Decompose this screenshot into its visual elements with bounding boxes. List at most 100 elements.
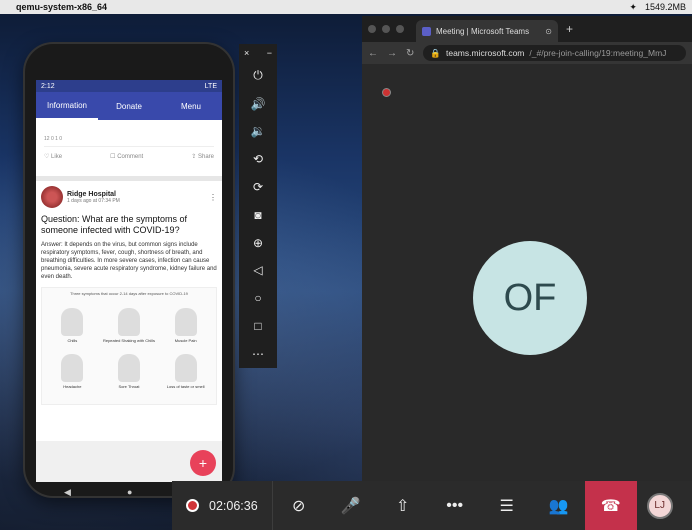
close-icon[interactable]: × [244,48,249,62]
minimize-icon[interactable]: − [267,48,272,62]
close-window-button[interactable] [368,25,376,33]
reload-icon[interactable]: ↻ [406,48,414,59]
post-question: Question: What are the symptoms of someo… [41,214,188,235]
recording-indicator [382,88,391,97]
symptom-item: Chills [45,299,100,343]
volume-down-icon[interactable]: 🔉 [251,118,266,146]
share-button[interactable]: ⇪ Share [191,153,214,160]
chat-button[interactable]: ☰ [481,481,533,530]
feed[interactable]: 12 0 1 0 ♡ Like ☐ Comment ⇪ Share Ridge … [36,120,222,441]
zoom-window-button[interactable] [396,25,404,33]
person-figure-icon [61,354,84,382]
symptom-item: Muscle Pain [158,299,213,343]
address-bar-row: ← → ↻ 🔒 teams.microsoft.com /_#/pre-join-… [362,42,692,64]
camera-icon[interactable]: ◙ [254,201,261,229]
post-card-previous: 12 0 1 0 ♡ Like ☐ Comment ⇪ Share [36,120,222,176]
tab-information[interactable]: Information [36,92,98,120]
more-icon[interactable]: ⋯ [252,340,264,368]
post-meta: 1 days ago at 07:34 PM [67,197,120,204]
teams-browser-window: Meeting | Microsoft Teams ⊙ + ← → ↻ 🔒 te… [362,16,692,530]
symptom-item: Headache [45,345,100,389]
record-icon [186,499,199,512]
mac-menubar: qemu-system-x86_64 ✦ 1549.2MB [0,0,692,14]
person-figure-icon [174,354,197,382]
person-figure-icon [117,308,140,336]
back-arrow-icon[interactable]: ← [368,48,378,59]
browser-tabbar: Meeting | Microsoft Teams ⊙ + [362,16,692,42]
like-button[interactable]: ♡ Like [44,153,62,160]
more-actions-button[interactable]: ••• [429,481,481,530]
infographic-header: Three symptoms that occur 2-14 days afte… [70,291,188,296]
memory-readout[interactable]: 1549.2MB [645,2,686,12]
camera-off-button[interactable]: ⊘ [273,481,325,530]
post-card: Ridge Hospital 1 days ago at 07:34 PM ⋮ … [36,181,222,441]
back-icon[interactable]: ◁ [253,257,262,285]
rotate-left-icon[interactable]: ⟲ [253,145,263,173]
power-icon[interactable]: ⏻ [253,62,263,90]
timer-text: 02:06:36 [209,498,258,513]
post-actions: ♡ Like ☐ Comment ⇪ Share [44,153,214,160]
symptom-grid: Chills Repeated Shaking with Chills Musc… [45,299,213,389]
teams-logo-icon [422,26,431,36]
status-bar: 2:12 LTE [36,80,222,92]
person-figure-icon [61,308,84,336]
status-signal: LTE [204,82,217,90]
my-avatar[interactable]: LJ [646,492,673,519]
symptom-item: Sore Throat [102,345,157,389]
url-path: /_#/pre-join-calling/19:meeting_MmJ [529,48,667,58]
like-label: Like [51,154,63,160]
home-icon[interactable]: ● [127,487,132,497]
emulator-toolbar: × − ⏻ 🔊 🔉 ⟲ ⟳ ◙ ⊕ ◁ ○ □ ⋯ [239,44,277,368]
lock-icon: 🔒 [430,47,441,58]
mic-muted-button[interactable]: 🎤 [325,481,377,530]
symptom-item: Repeated Shaking with Chills [102,299,157,343]
meeting-controls: 02:06:36 ⊘ 🎤 ⇧ ••• ☰ 👥 ☎ LJ [172,481,692,530]
phone-screen: 2:12 LTE Information Donate Menu 12 0 1 … [36,80,222,482]
url-field[interactable]: 🔒 teams.microsoft.com /_#/pre-join-callin… [423,45,686,61]
url-host: teams.microsoft.com [445,48,525,58]
symptom-label: Headache [63,384,82,389]
volume-up-icon[interactable]: 🔊 [251,90,266,118]
tab-title: Meeting | Microsoft Teams [436,26,530,36]
share-label: Share [197,154,214,160]
new-tab-button[interactable]: + [566,22,573,36]
share-screen-button[interactable]: ⇧ [377,481,429,530]
app-name[interactable]: qemu-system-x86_64 [16,2,107,12]
post-answer: Answer: It depends on the virus, but com… [41,242,217,280]
symptoms-infographic: Three symptoms that occur 2-14 days afte… [41,287,217,405]
tab-close-icon[interactable]: ⊙ [545,27,552,36]
person-figure-icon [174,308,197,336]
symptom-label: Chills [67,338,78,343]
comment-label: Comment [117,154,144,160]
dropbox-icon[interactable]: ✦ [629,2,637,13]
overview-icon[interactable]: □ [254,312,261,340]
add-fab-button[interactable]: + [190,450,216,476]
symptom-label: Sore Throat [118,384,140,389]
post-header: Ridge Hospital 1 days ago at 07:34 PM ⋮ [41,186,217,208]
comment-button[interactable]: ☐ Comment [110,153,143,160]
window-controls [368,25,404,33]
status-time: 2:12 [41,82,55,90]
zoom-icon[interactable]: ⊕ [253,229,263,257]
forward-arrow-icon[interactable]: → [387,48,397,59]
android-emulator: 2:12 LTE Information Donate Menu 12 0 1 … [25,44,233,498]
symptom-label: Muscle Pain [174,338,197,343]
hang-up-button[interactable]: ☎ [584,481,637,530]
back-icon[interactable]: ◀ [64,487,71,498]
browser-tab[interactable]: Meeting | Microsoft Teams ⊙ [416,20,558,42]
symptom-label: Repeated Shaking with Chills [102,338,155,343]
meeting-timer: 02:06:36 [172,481,273,530]
participant-avatar: OF [473,241,587,355]
tab-menu[interactable]: Menu [160,92,222,120]
participants-button[interactable]: 👥 [533,481,585,530]
more-options-icon[interactable]: ⋮ [209,193,217,202]
person-figure-icon [117,354,140,382]
minimize-window-button[interactable] [382,25,390,33]
home-icon[interactable]: ○ [254,284,261,312]
org-name[interactable]: Ridge Hospital [67,191,120,198]
rotate-right-icon[interactable]: ⟳ [253,173,263,201]
tab-donate[interactable]: Donate [98,92,160,120]
org-avatar[interactable] [41,186,63,208]
app-tabs: Information Donate Menu [36,92,222,120]
symptom-label: Loss of taste or smell [166,384,205,389]
